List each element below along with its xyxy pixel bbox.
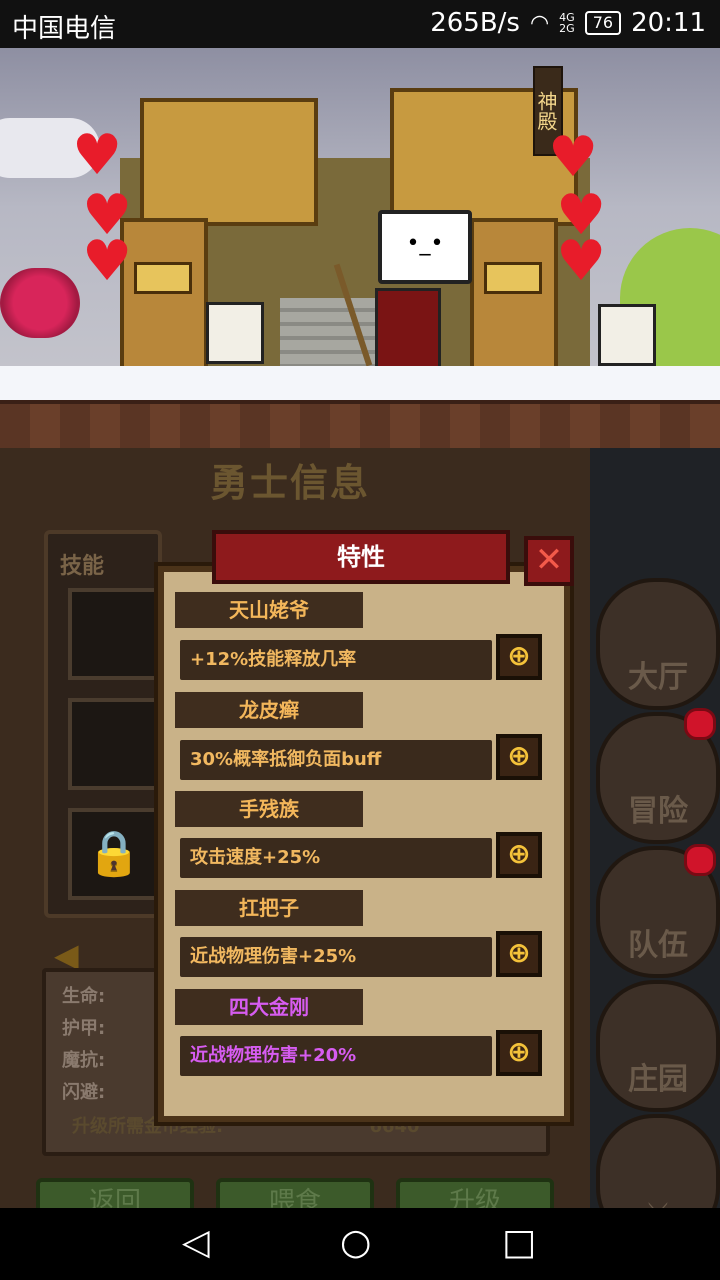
stat-dodge-label: 闪避:: [62, 1082, 106, 1103]
skill-slot-sword[interactable]: [68, 588, 160, 680]
close-button[interactable]: ✕: [524, 536, 574, 586]
status-bar: 中国电信 265B/s ◠ 4G 2G 76 20:11: [0, 0, 720, 48]
status-right: 265B/s ◠ 4G 2G 76 20:11: [430, 8, 706, 38]
trait-name: 天山姥爷: [175, 592, 363, 628]
trait-desc: 30%概率抵御负面buff: [180, 740, 492, 780]
feed-button[interactable]: 喂食: [216, 1178, 374, 1208]
totem-pillar-right: [470, 218, 558, 376]
notification-dot: [684, 844, 716, 876]
stat-hp-label: 生命:: [62, 986, 106, 1007]
heart-icon: ♥: [82, 229, 133, 294]
monk-character[interactable]: [598, 304, 656, 366]
skill-slot-blade[interactable]: [68, 698, 160, 790]
panel-title: 勇士信息: [209, 461, 370, 505]
hero-character[interactable]: [375, 288, 441, 370]
temple-totem-head-left: [140, 98, 318, 226]
pink-tree: [0, 268, 80, 338]
side-button-label: 队伍: [628, 928, 688, 963]
signal-icon: 4G 2G: [559, 12, 575, 34]
side-button-label: 冒险: [628, 794, 688, 829]
plus-icon: ⊕: [507, 936, 531, 969]
heart-icon: ♥: [72, 123, 123, 188]
heart-icon: ♥: [548, 125, 599, 190]
stat-armor-label: 护甲:: [62, 1018, 106, 1039]
wifi-icon: ◠: [529, 10, 550, 36]
trait-name: 龙皮癣: [175, 692, 363, 728]
upgrade-button[interactable]: 升级: [396, 1178, 554, 1208]
trait-name: 扛把子: [175, 890, 363, 926]
trait-name: 四大金刚: [175, 989, 363, 1025]
plus-icon: ⊕: [507, 837, 531, 870]
speech-bubble: •_•: [378, 210, 472, 284]
trait-add-button[interactable]: ⊕: [496, 832, 542, 878]
crossed-swords-icon: ⚔: [600, 1197, 716, 1208]
trait-desc: 近战物理伤害+25%: [180, 937, 492, 977]
carrier-label: 中国电信: [12, 14, 117, 44]
trait-add-button[interactable]: ⊕: [496, 634, 542, 680]
snow-ground: [0, 366, 720, 402]
side-button-label: 大厅: [628, 660, 688, 695]
lock-icon: 🔒: [86, 828, 142, 879]
totem-pillar-left: [120, 218, 208, 376]
side-button-label: 庄园: [628, 1062, 688, 1097]
plus-icon: ⊕: [507, 639, 531, 672]
signal-2g-label: 2G: [559, 22, 575, 35]
heart-icon: ♥: [556, 229, 607, 294]
clock: 20:11: [631, 8, 706, 38]
skills-label: 技能: [60, 554, 105, 579]
navigation-bar: ◁ ○ □: [0, 1208, 720, 1280]
back-nav-icon[interactable]: ◁: [182, 1222, 210, 1263]
trait-desc: 近战物理伤害+20%: [180, 1036, 492, 1076]
trait-name: 手残族: [175, 791, 363, 827]
monk-character[interactable]: [206, 302, 264, 364]
recents-nav-icon[interactable]: □: [502, 1222, 536, 1263]
stat-magic-resist-label: 魔抗:: [62, 1050, 106, 1071]
side-button-manor[interactable]: 庄园: [596, 980, 720, 1112]
trait-add-button[interactable]: ⊕: [496, 1030, 542, 1076]
close-icon: ✕: [534, 540, 564, 580]
home-nav-icon[interactable]: ○: [340, 1222, 371, 1263]
trait-add-button[interactable]: ⊕: [496, 734, 542, 780]
trait-desc: +12%技能释放几率: [180, 640, 492, 680]
battery-icon: 76: [584, 11, 622, 35]
side-button-hall[interactable]: 大厅: [596, 578, 720, 710]
plus-icon: ⊕: [507, 1035, 531, 1068]
dialog-title: 特性: [212, 530, 510, 584]
back-button[interactable]: 返回: [36, 1178, 194, 1208]
network-speed: 265B/s: [430, 8, 520, 38]
trait-add-button[interactable]: ⊕: [496, 931, 542, 977]
dirt-ground: [0, 400, 720, 448]
skill-slot-locked[interactable]: 🔒: [68, 808, 160, 900]
game-scene: 神殿 ♥ ♥ ♥ ♥ ♥ ♥ •_•: [0, 48, 720, 448]
notification-dot: [684, 708, 716, 740]
trait-desc: 攻击速度+25%: [180, 838, 492, 878]
plus-icon: ⊕: [507, 739, 531, 772]
